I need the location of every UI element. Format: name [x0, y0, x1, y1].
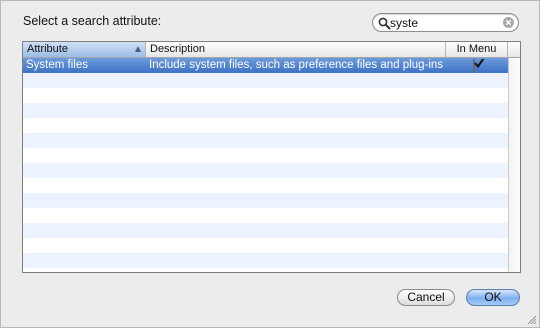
clear-search-icon[interactable] — [503, 17, 514, 28]
empty-row — [23, 193, 508, 208]
empty-row — [23, 238, 508, 253]
column-header-label: In Menu — [456, 43, 497, 55]
vertical-scrollbar[interactable] — [508, 58, 520, 272]
empty-row — [23, 118, 508, 133]
description-cell: Include system files, such as preference… — [149, 59, 444, 71]
in-menu-cell — [473, 59, 485, 74]
attribute-cell: System files — [26, 59, 88, 71]
attribute-table: Attribute Description In Menu System fil… — [22, 41, 521, 273]
in-menu-checkbox[interactable] — [473, 59, 485, 73]
empty-row — [23, 208, 508, 223]
empty-row — [23, 163, 508, 178]
empty-row — [23, 253, 508, 268]
table-header: Attribute Description In Menu — [23, 42, 520, 58]
sort-ascending-icon — [135, 46, 141, 52]
search-field[interactable] — [372, 13, 519, 32]
table-row[interactable]: System files Include system files, such … — [23, 58, 508, 73]
column-header-description[interactable]: Description — [146, 42, 446, 57]
checkmark-icon — [474, 59, 485, 69]
empty-row — [23, 133, 508, 148]
cancel-button[interactable]: Cancel — [397, 289, 455, 306]
table-body: System files Include system files, such … — [23, 58, 520, 268]
column-header-label: Attribute — [27, 43, 68, 55]
column-header-filler — [508, 42, 520, 57]
empty-row — [23, 223, 508, 238]
empty-row — [23, 103, 508, 118]
resize-grip-icon[interactable] — [526, 314, 536, 324]
empty-row — [23, 73, 508, 88]
attribute-dialog: Select a search attribute: Attribute Des… — [0, 0, 540, 328]
column-header-in-menu[interactable]: In Menu — [446, 42, 508, 57]
column-header-label: Description — [150, 43, 206, 55]
ok-button[interactable]: OK — [466, 289, 520, 306]
dialog-prompt: Select a search attribute: — [23, 14, 162, 28]
search-input[interactable] — [390, 15, 490, 30]
empty-row — [23, 178, 508, 193]
column-header-attribute[interactable]: Attribute — [23, 42, 146, 57]
empty-row — [23, 88, 508, 103]
empty-row — [23, 148, 508, 163]
